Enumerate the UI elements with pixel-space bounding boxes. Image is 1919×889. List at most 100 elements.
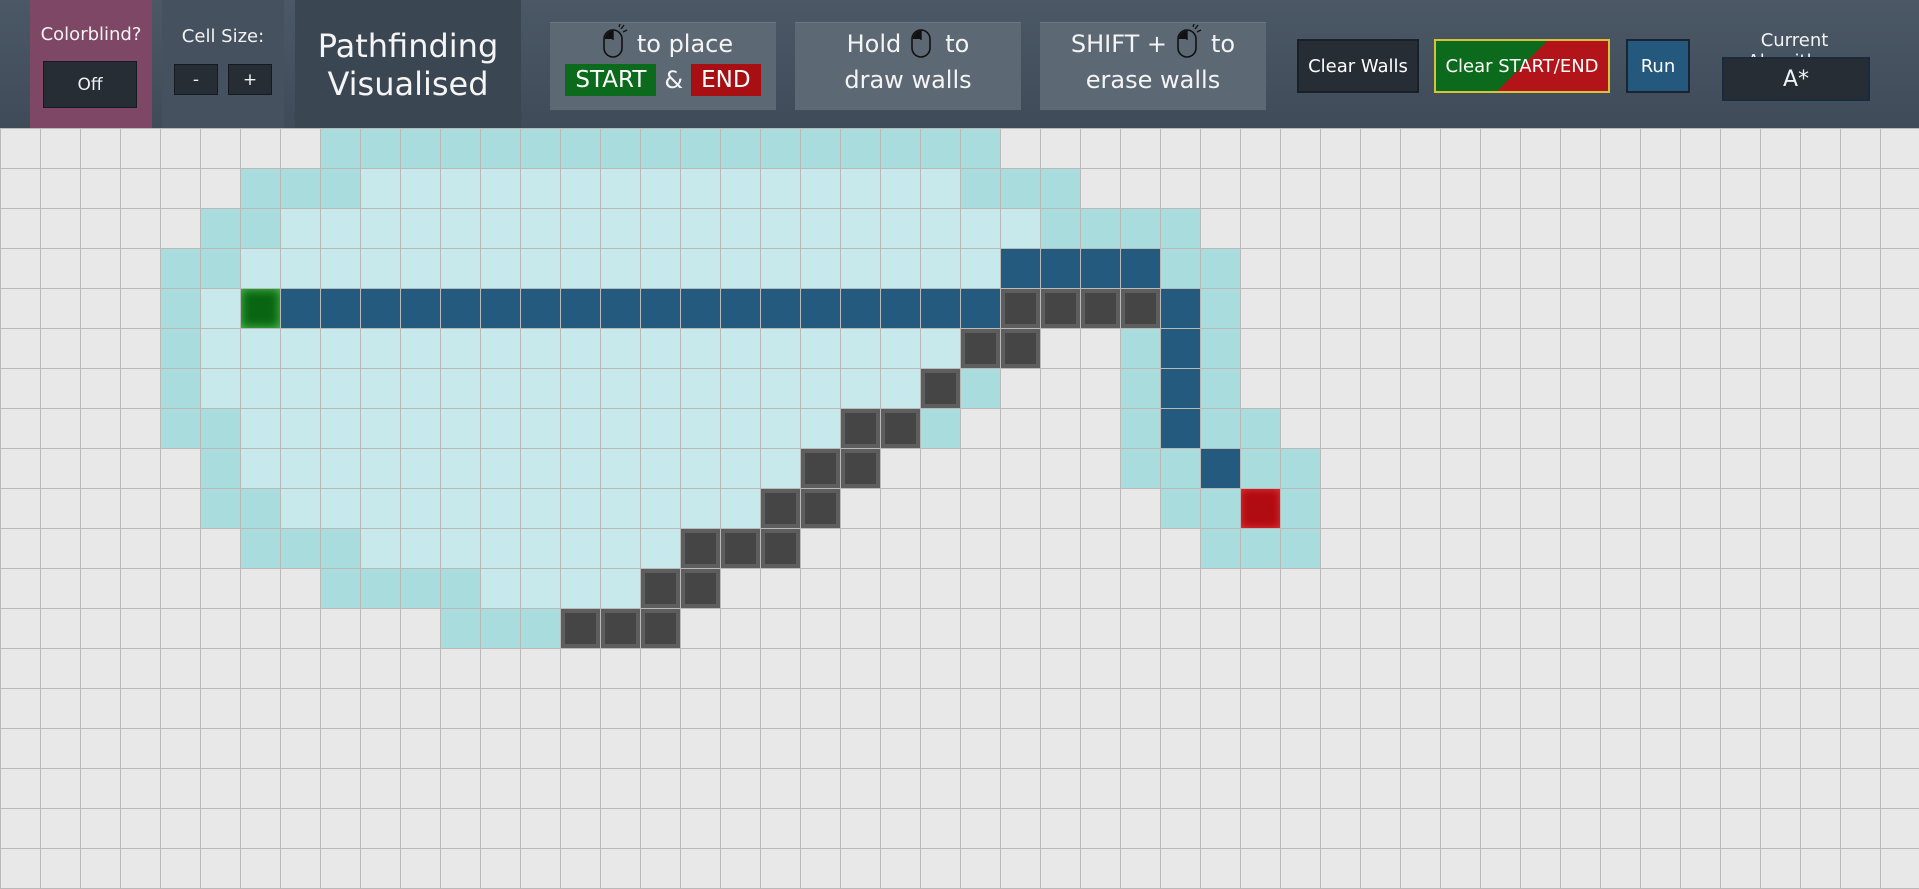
path-cell[interactable]: [1001, 249, 1040, 288]
searched-cell[interactable]: [361, 449, 400, 488]
path-cell[interactable]: [1161, 289, 1200, 328]
searched-cell[interactable]: [521, 449, 560, 488]
wall-cell[interactable]: [1001, 329, 1040, 368]
searched-cell[interactable]: [601, 489, 640, 528]
searched-cell[interactable]: [641, 169, 680, 208]
visited-cell[interactable]: [521, 609, 560, 648]
searched-cell[interactable]: [721, 249, 760, 288]
visited-cell[interactable]: [1121, 409, 1160, 448]
wall-cell[interactable]: [1001, 289, 1040, 328]
visited-cell[interactable]: [161, 249, 200, 288]
visited-cell[interactable]: [1121, 369, 1160, 408]
visited-cell[interactable]: [681, 129, 720, 168]
searched-cell[interactable]: [361, 369, 400, 408]
visited-cell[interactable]: [1041, 169, 1080, 208]
searched-cell[interactable]: [761, 449, 800, 488]
searched-cell[interactable]: [521, 209, 560, 248]
visited-cell[interactable]: [1201, 489, 1240, 528]
searched-cell[interactable]: [441, 449, 480, 488]
searched-cell[interactable]: [921, 249, 960, 288]
searched-cell[interactable]: [601, 409, 640, 448]
searched-cell[interactable]: [601, 569, 640, 608]
path-cell[interactable]: [721, 289, 760, 328]
searched-cell[interactable]: [561, 409, 600, 448]
visited-cell[interactable]: [641, 129, 680, 168]
searched-cell[interactable]: [801, 409, 840, 448]
searched-cell[interactable]: [681, 409, 720, 448]
cell-size-increase-button[interactable]: +: [228, 64, 272, 95]
wall-cell[interactable]: [681, 529, 720, 568]
searched-cell[interactable]: [241, 249, 280, 288]
searched-cell[interactable]: [801, 369, 840, 408]
searched-cell[interactable]: [521, 329, 560, 368]
visited-cell[interactable]: [1281, 529, 1320, 568]
wall-cell[interactable]: [841, 409, 880, 448]
visited-cell[interactable]: [921, 409, 960, 448]
visited-cell[interactable]: [1081, 209, 1120, 248]
visited-cell[interactable]: [601, 129, 640, 168]
searched-cell[interactable]: [401, 449, 440, 488]
searched-cell[interactable]: [601, 369, 640, 408]
visited-cell[interactable]: [961, 169, 1000, 208]
path-cell[interactable]: [1081, 249, 1120, 288]
searched-cell[interactable]: [681, 329, 720, 368]
searched-cell[interactable]: [561, 169, 600, 208]
wall-cell[interactable]: [1081, 289, 1120, 328]
visited-cell[interactable]: [1201, 289, 1240, 328]
searched-cell[interactable]: [761, 409, 800, 448]
searched-cell[interactable]: [481, 209, 520, 248]
searched-cell[interactable]: [361, 329, 400, 368]
searched-cell[interactable]: [241, 369, 280, 408]
searched-cell[interactable]: [281, 369, 320, 408]
visited-cell[interactable]: [1241, 409, 1280, 448]
visited-cell[interactable]: [241, 209, 280, 248]
searched-cell[interactable]: [681, 449, 720, 488]
visited-cell[interactable]: [1201, 529, 1240, 568]
path-cell[interactable]: [321, 289, 360, 328]
visited-cell[interactable]: [1281, 449, 1320, 488]
searched-cell[interactable]: [401, 409, 440, 448]
searched-cell[interactable]: [281, 409, 320, 448]
searched-cell[interactable]: [401, 369, 440, 408]
wall-cell[interactable]: [641, 569, 680, 608]
searched-cell[interactable]: [721, 449, 760, 488]
visited-cell[interactable]: [281, 169, 320, 208]
clear-walls-button[interactable]: Clear Walls: [1297, 39, 1419, 93]
searched-cell[interactable]: [361, 489, 400, 528]
visited-cell[interactable]: [321, 169, 360, 208]
searched-cell[interactable]: [681, 249, 720, 288]
searched-cell[interactable]: [641, 329, 680, 368]
wall-cell[interactable]: [921, 369, 960, 408]
searched-cell[interactable]: [641, 209, 680, 248]
searched-cell[interactable]: [801, 329, 840, 368]
wall-cell[interactable]: [761, 489, 800, 528]
searched-cell[interactable]: [281, 489, 320, 528]
visited-cell[interactable]: [1161, 249, 1200, 288]
searched-cell[interactable]: [801, 249, 840, 288]
visited-cell[interactable]: [161, 409, 200, 448]
searched-cell[interactable]: [561, 249, 600, 288]
wall-cell[interactable]: [1121, 289, 1160, 328]
visited-cell[interactable]: [881, 129, 920, 168]
searched-cell[interactable]: [761, 329, 800, 368]
visited-cell[interactable]: [1281, 489, 1320, 528]
searched-cell[interactable]: [361, 409, 400, 448]
searched-cell[interactable]: [481, 249, 520, 288]
path-cell[interactable]: [841, 289, 880, 328]
visited-cell[interactable]: [361, 569, 400, 608]
wall-cell[interactable]: [721, 529, 760, 568]
visited-cell[interactable]: [481, 129, 520, 168]
searched-cell[interactable]: [401, 209, 440, 248]
visited-cell[interactable]: [201, 449, 240, 488]
searched-cell[interactable]: [401, 489, 440, 528]
path-cell[interactable]: [361, 289, 400, 328]
wall-cell[interactable]: [841, 449, 880, 488]
path-cell[interactable]: [281, 289, 320, 328]
searched-cell[interactable]: [681, 489, 720, 528]
visited-cell[interactable]: [521, 129, 560, 168]
visited-cell[interactable]: [441, 569, 480, 608]
visited-cell[interactable]: [161, 329, 200, 368]
path-cell[interactable]: [1201, 449, 1240, 488]
searched-cell[interactable]: [761, 169, 800, 208]
searched-cell[interactable]: [881, 369, 920, 408]
